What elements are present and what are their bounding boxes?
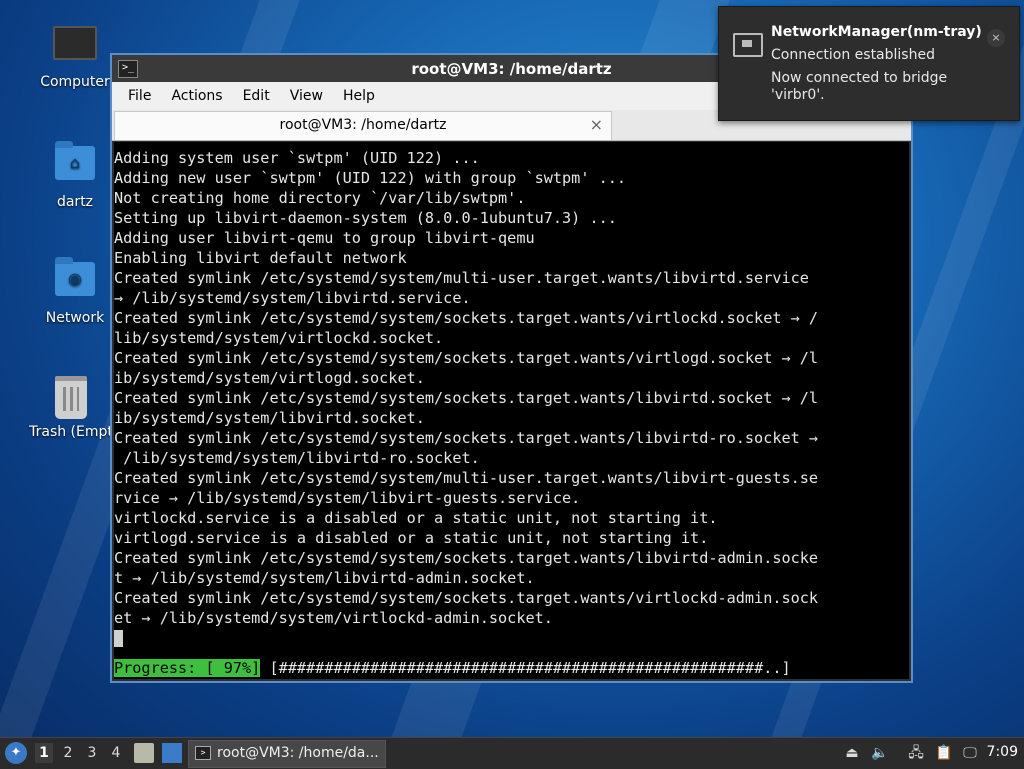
- terminal-line: virtlogd.service is a disabled or a stat…: [114, 529, 709, 547]
- terminal-line: Created symlink /etc/systemd/system/mult…: [114, 269, 809, 287]
- menu-file[interactable]: File: [118, 88, 161, 104]
- clipboard-icon[interactable]: 📋: [934, 743, 954, 763]
- terminal-line: Created symlink /etc/systemd/system/sock…: [114, 429, 819, 447]
- taskbar: ✦ 1 2 3 4 > root@VM3: /home/da... ⏏ 🔈 🖧 …: [0, 737, 1024, 769]
- desktop-icon-label: Network: [45, 310, 105, 326]
- menu-view[interactable]: View: [280, 88, 333, 104]
- terminal-line: Created symlink /etc/systemd/system/sock…: [114, 349, 819, 367]
- tab-terminal[interactable]: root@VM3: /home/dartz ×: [114, 111, 612, 140]
- workspace-1[interactable]: 1: [35, 743, 53, 763]
- terminal-line: Adding system user `swtpm' (UID 122) ...: [114, 149, 480, 167]
- notification-subtitle: Connection established: [771, 47, 935, 63]
- desktop-icon-label: dartz: [56, 194, 94, 210]
- network-icon[interactable]: 🖧: [906, 743, 926, 763]
- terminal-output[interactable]: Adding system user `swtpm' (UID 122) ...…: [114, 142, 909, 679]
- terminal-line: Created symlink /etc/systemd/system/sock…: [114, 589, 819, 607]
- terminal-lines: Adding system user `swtpm' (UID 122) ...…: [114, 148, 909, 628]
- menu-help[interactable]: Help: [333, 88, 385, 104]
- file-manager-icon[interactable]: [134, 743, 154, 763]
- terminal-line: Created symlink /etc/systemd/system/sock…: [114, 309, 819, 327]
- workspace-4[interactable]: 4: [107, 743, 125, 763]
- desktop-icon-network[interactable]: ◉ Network: [30, 256, 120, 326]
- network-wired-icon: [733, 33, 763, 57]
- desktop-icon-label: Computer: [40, 74, 110, 90]
- notification-title: NetworkManager(nm-tray): [771, 24, 982, 40]
- terminal-line: Created symlink /etc/systemd/system/sock…: [114, 389, 819, 407]
- clock[interactable]: 7:09: [987, 744, 1018, 760]
- terminal-line: et → /lib/systemd/system/virtlockd-admin…: [114, 609, 553, 627]
- volume-icon[interactable]: 🔈: [870, 743, 890, 763]
- progress-line: Progress: [ 97%] [######################…: [114, 658, 909, 678]
- menu-edit[interactable]: Edit: [233, 88, 280, 104]
- trash-icon: [49, 376, 93, 420]
- terminal-line: Adding new user `swtpm' (UID 122) with g…: [114, 169, 627, 187]
- home-folder-icon: ⌂: [53, 141, 97, 190]
- terminal-line: virtlockd.service is a disabled or a sta…: [114, 509, 718, 527]
- show-desktop-icon[interactable]: [162, 743, 182, 763]
- terminal-cursor: [114, 630, 123, 647]
- desktop-icon-dartz[interactable]: ⌂ dartz: [30, 140, 120, 210]
- notification-body: Now connected to bridge 'virbr0'.: [771, 70, 948, 103]
- network-folder-icon: ◉: [53, 257, 97, 306]
- taskbar-task-terminal[interactable]: > root@VM3: /home/da...: [188, 740, 386, 768]
- terminal-cursor-line: [114, 628, 909, 648]
- terminal-line: Adding user libvirt-qemu to group libvir…: [114, 229, 535, 247]
- update-notifier-icon[interactable]: 🖵: [960, 743, 980, 763]
- desktop-icon-label: Trash (Empt: [29, 424, 113, 440]
- terminal-line: ib/systemd/system/libvirtd.socket.: [114, 409, 425, 427]
- progress-label: Progress: [ 97%]: [114, 659, 261, 677]
- terminal-window[interactable]: >_ root@VM3: /home/dartz File Actions Ed…: [110, 53, 913, 683]
- workspace-2[interactable]: 2: [59, 743, 77, 763]
- terminal-line: /lib/systemd/system/libvirtd-ro.socket.: [114, 449, 480, 467]
- terminal-line: Created symlink /etc/systemd/system/mult…: [114, 469, 819, 487]
- terminal-line: → /lib/systemd/system/libvirtd.service.: [114, 289, 471, 307]
- desktop-icon-trash[interactable]: Trash (Empt: [26, 372, 116, 440]
- terminal-line: lib/systemd/system/virtlockd.socket.: [114, 329, 444, 347]
- menu-actions[interactable]: Actions: [161, 88, 232, 104]
- terminal-line: rvice → /lib/systemd/system/libvirt-gues…: [114, 489, 581, 507]
- eject-icon[interactable]: ⏏: [842, 743, 862, 763]
- terminal-icon: >: [195, 746, 211, 760]
- terminal-line: t → /lib/systemd/system/libvirtd-admin.s…: [114, 569, 535, 587]
- terminal-line: ib/systemd/system/virtlogd.socket.: [114, 369, 425, 387]
- workspace-3[interactable]: 3: [83, 743, 101, 763]
- progress-bar: [#######################################…: [260, 659, 791, 677]
- notification-popup[interactable]: NetworkManager(nm-tray) Connection estab…: [718, 6, 1020, 121]
- close-icon[interactable]: ×: [987, 29, 1005, 47]
- desktop-icon-computer[interactable]: Computer: [30, 20, 120, 90]
- tab-close-icon[interactable]: ×: [590, 115, 603, 134]
- terminal-line: Not creating home directory `/var/lib/sw…: [114, 189, 526, 207]
- terminal-line: Setting up libvirt-daemon-system (8.0.0-…: [114, 209, 617, 227]
- computer-icon: [53, 26, 97, 70]
- start-menu-icon[interactable]: ✦: [5, 742, 27, 764]
- tab-label: root@VM3: /home/dartz: [279, 117, 447, 133]
- task-label: root@VM3: /home/da...: [217, 745, 379, 761]
- terminal-line: Enabling libvirt default network: [114, 249, 407, 267]
- terminal-line: Created symlink /etc/systemd/system/sock…: [114, 549, 819, 567]
